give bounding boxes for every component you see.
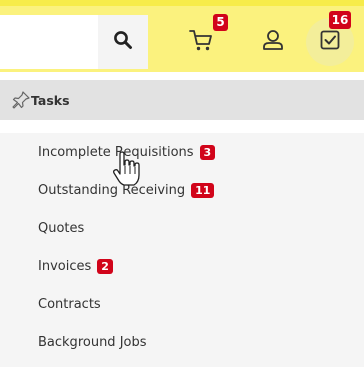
search-button[interactable] bbox=[98, 15, 148, 69]
count-badge: 3 bbox=[199, 144, 216, 160]
count-badge: 2 bbox=[97, 258, 113, 274]
cart-count-badge: 5 bbox=[213, 14, 228, 31]
pin-icon[interactable] bbox=[11, 90, 31, 110]
tasks-menu-header: Tasks bbox=[0, 80, 364, 120]
menu-item-quotes[interactable]: Quotes bbox=[0, 209, 364, 247]
menu-item-label: Contracts bbox=[38, 296, 101, 312]
count-badge: 11 bbox=[191, 182, 215, 198]
menu-item-contracts[interactable]: Contracts bbox=[0, 285, 364, 323]
user-icon bbox=[261, 28, 285, 56]
search-icon bbox=[113, 30, 133, 54]
topbar-accent-strip bbox=[0, 0, 364, 6]
menu-title: Tasks bbox=[31, 92, 70, 108]
user-account-button[interactable] bbox=[253, 20, 293, 64]
menu-item-label: Invoices bbox=[38, 258, 92, 274]
menu-item-label: Background Jobs bbox=[38, 334, 147, 350]
tasks-checkbox-icon bbox=[318, 28, 342, 56]
menu-item-outstanding-receiving[interactable]: Outstanding Receiving 11 bbox=[0, 171, 364, 209]
tasks-menu-list: Incomplete Requisitions 3 Outstanding Re… bbox=[0, 133, 364, 367]
menu-item-background-jobs[interactable]: Background Jobs bbox=[0, 323, 364, 361]
cart-icon bbox=[188, 27, 214, 57]
search-input[interactable] bbox=[0, 15, 98, 69]
top-navigation-bar: 5 16 bbox=[0, 0, 364, 72]
menu-item-incomplete-requisitions[interactable]: Incomplete Requisitions 3 bbox=[0, 133, 364, 171]
tasks-count-badge: 16 bbox=[329, 11, 351, 29]
menu-item-label: Quotes bbox=[38, 220, 85, 236]
menu-item-invoices[interactable]: Invoices 2 bbox=[0, 247, 364, 285]
hand-pointer-cursor bbox=[112, 151, 140, 187]
